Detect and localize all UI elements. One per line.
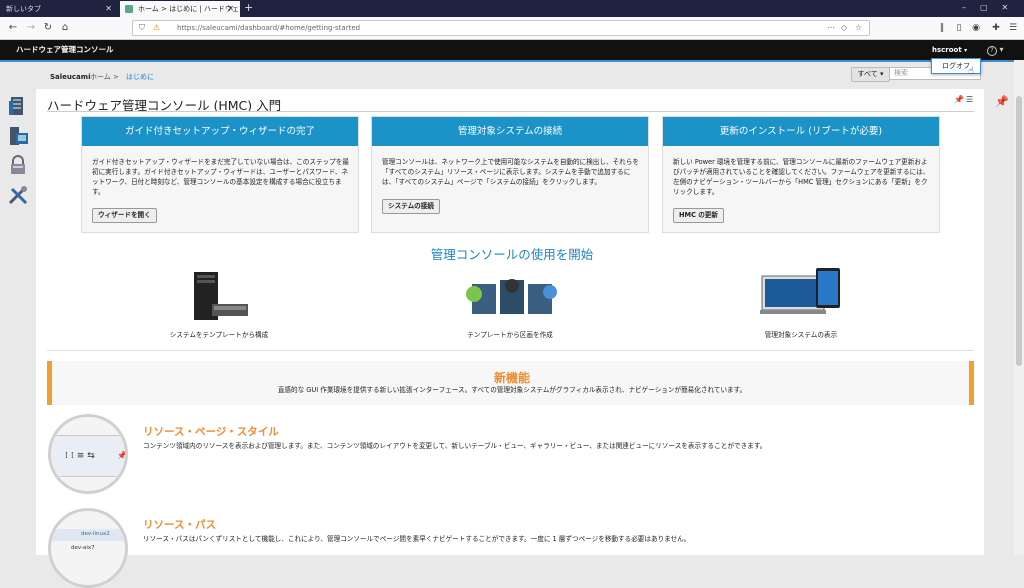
scrollbar-thumb[interactable]: [1016, 96, 1022, 366]
server-tower-image[interactable]: [190, 270, 252, 324]
feature-desc: コンテンツ領域内のリソースを表示および管理します。また、コンテンツ領域のレイアウ…: [143, 442, 767, 450]
browser-tab-hmc[interactable]: ホーム > はじめに | ハードウェア管理コンソール ✕: [120, 1, 240, 17]
shield-icon[interactable]: ⛉: [139, 21, 145, 35]
browser-toolbar: ← → ↻ ⌂ ⛉ ⚠ https://saleucami/dashboard/…: [0, 17, 1024, 40]
help-icon: ?: [987, 46, 997, 56]
card-body: 管理コンソールは、ネットワーク上で使用可能なシステムを自動的に検出し、それらを「…: [382, 158, 639, 186]
resource-path-image: dev-linux2 dev-aix7: [48, 508, 128, 588]
pin-page-icon[interactable]: 📌: [954, 95, 964, 104]
usage-title: 管理コンソールの使用を開始: [430, 247, 594, 262]
server-cluster-image[interactable]: [462, 274, 562, 320]
whats-new-desc: 直感的な GUI 作業環境を提供する新しい拡張インターフェース。すべての管理対象…: [277, 386, 747, 394]
url-text: https://saleucami/dashboard/#home/gettin…: [177, 24, 361, 32]
breadcrumb-current: はじめに: [126, 73, 154, 81]
feature-title: リソース・ページ・スタイル: [143, 426, 279, 438]
usage-caption: システムをテンプレートから構成: [169, 331, 269, 339]
breadcrumb-home-label: ホーム: [90, 73, 111, 81]
app-title: ハードウェア管理コンソール: [16, 45, 114, 54]
sidebar-icon[interactable]: ▯: [951, 20, 967, 36]
nav-resources-icon[interactable]: [7, 95, 29, 117]
help-button[interactable]: ? ▾: [987, 40, 1004, 60]
feature-desc: リソース・パスはパンくずリストとして機能し、これにより、管理コンソールでページ間…: [143, 535, 691, 543]
account-icon[interactable]: ◉: [968, 20, 984, 36]
close-icon[interactable]: ✕: [105, 1, 112, 17]
window-controls[interactable]: –▢✕: [962, 0, 1022, 16]
lock-warning-icon[interactable]: ⚠: [153, 21, 160, 35]
forward-icon[interactable]: →: [23, 20, 39, 36]
devices-image[interactable]: [760, 266, 842, 318]
bookmark-star-icon[interactable]: ☆: [855, 21, 862, 35]
page-actions-icon[interactable]: ⋯: [827, 21, 835, 35]
filter-dropdown[interactable]: すべて ▾: [851, 67, 890, 82]
resource-page-style-image: ⁞⁞≡⇆ 📌: [48, 414, 128, 494]
view-icons: ⁞⁞≡⇆: [65, 451, 98, 461]
pocket-icon[interactable]: ◇: [841, 21, 847, 35]
chevron-down-icon: ▾: [964, 47, 968, 54]
open-wizard-button[interactable]: ウィザードを開く: [92, 208, 157, 223]
favicon-icon: [125, 5, 133, 13]
library-icon[interactable]: ‖: [934, 20, 950, 36]
update-hmc-button[interactable]: HMC の更新: [673, 208, 724, 223]
menu-icon[interactable]: ☰: [1005, 20, 1021, 36]
pin-icon: 📌: [117, 451, 127, 460]
page-menu-icon[interactable]: ☰: [966, 95, 973, 104]
cursor-hand-icon: ☝: [968, 66, 975, 77]
divider: [47, 350, 974, 351]
nav-settings-tools-icon[interactable]: [7, 184, 29, 206]
extension-icon[interactable]: ✚: [988, 20, 1004, 36]
usage-caption: テンプレートから区画を作成: [467, 331, 553, 339]
logout-label: ログオフ: [942, 62, 970, 70]
connect-systems-button[interactable]: システムの接続: [382, 199, 440, 214]
address-bar[interactable]: ⛉ ⚠ https://saleucami/dashboard/#home/ge…: [132, 20, 870, 36]
breadcrumb-system[interactable]: Saleucami: [50, 71, 90, 83]
path-label: dev-aix7: [71, 545, 95, 551]
back-icon[interactable]: ←: [5, 20, 21, 36]
reload-icon[interactable]: ↻: [40, 20, 56, 36]
home-icon[interactable]: ⌂: [57, 20, 73, 36]
card-body: 新しい Power 環境を管理する前に、管理コンソールに最新のファームウェア更新…: [673, 158, 930, 196]
nav-hmc-management-icon[interactable]: [7, 125, 29, 147]
filter-label: すべて: [857, 70, 878, 78]
feature-title: リソース・パス: [143, 519, 216, 531]
card-guided-setup: ガイド付きセットアップ・ウィザードの完了 ガイド付きセットアップ・ウィザードをま…: [81, 116, 359, 233]
card-install-updates: 更新のインストール (リブートが必要) 新しい Power 環境を管理する前に、…: [662, 116, 940, 233]
username: hscroot: [932, 46, 962, 54]
path-label: dev-linux2: [81, 531, 110, 537]
pin-icon[interactable]: 📌: [995, 95, 1009, 108]
divider: [47, 111, 974, 112]
tab-label: 新しいタブ: [6, 5, 41, 13]
tab-label: ホーム > はじめに | ハードウェア管理コンソール: [138, 5, 240, 13]
card-title: ガイド付きセットアップ・ウィザードの完了: [82, 117, 358, 146]
close-icon[interactable]: ✕: [227, 1, 234, 17]
usage-caption: 管理対象システムの表示: [764, 331, 838, 339]
card-body: ガイド付きセットアップ・ウィザードをまだ完了していない場合は、このステップを最初…: [92, 158, 349, 196]
breadcrumb-home[interactable]: ホーム >: [90, 71, 119, 83]
card-title: 管理対象システムの接続: [372, 117, 648, 146]
browser-tab-newtab[interactable]: 新しいタブ ✕: [0, 1, 118, 17]
nav-security-icon[interactable]: [7, 154, 29, 176]
app-header: ハードウェア管理コンソール hscroot ▾ ? ▾: [0, 40, 1024, 62]
card-connect-systems: 管理対象システムの接続 管理コンソールは、ネットワーク上で使用可能なシステムを自…: [371, 116, 649, 233]
card-title: 更新のインストール (リブートが必要): [663, 117, 939, 146]
browser-tab-bar: 新しいタブ ✕ ホーム > はじめに | ハードウェア管理コンソール ✕ + –…: [0, 0, 1024, 17]
new-tab-button[interactable]: +: [244, 0, 253, 16]
